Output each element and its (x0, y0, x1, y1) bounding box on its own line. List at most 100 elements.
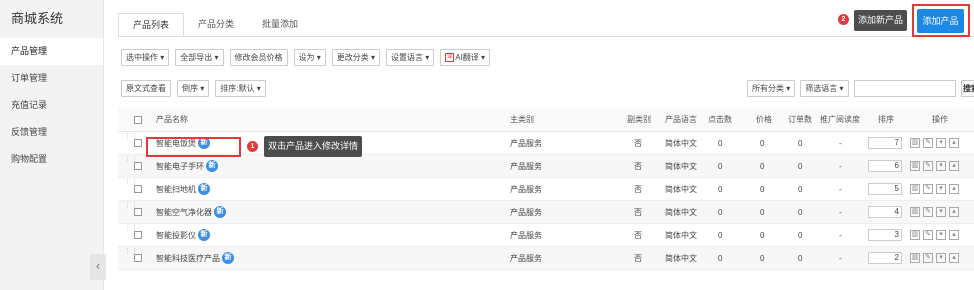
down-icon[interactable]: ▾ (936, 138, 946, 148)
delete-icon[interactable]: ▥ (910, 184, 920, 194)
edit-icon[interactable]: ✎ (923, 230, 933, 240)
delete-icon[interactable]: ▥ (910, 230, 920, 240)
price: 0 (760, 161, 765, 171)
row-checkbox[interactable] (134, 162, 142, 170)
product-name[interactable]: 智能投影仪 (156, 230, 196, 241)
down-icon[interactable]: ▾ (936, 161, 946, 171)
sort-default-button[interactable]: 排序:默认 ▾ (215, 80, 266, 97)
up-icon[interactable]: ▴ (949, 161, 959, 171)
price: 0 (760, 138, 765, 148)
row-checkbox[interactable] (134, 185, 142, 193)
filter-language-select[interactable]: 筛选语言 ▾ (800, 80, 849, 97)
sort-input[interactable]: 2 (868, 252, 902, 264)
sidebar-item-products[interactable]: 产品管理 (0, 38, 103, 65)
up-icon[interactable]: ▴ (949, 207, 959, 217)
main-category: 产品服务 (510, 138, 542, 148)
select-all-checkbox[interactable] (134, 115, 142, 124)
reverse-order-button[interactable]: 倒序 ▾ (177, 80, 210, 97)
table-row[interactable]: ⋮⋮ 智能科技医疗产品新 产品服务 否 简体中文 0 0 0 - 2 ▥ ✎ ▾ ▴ (118, 247, 974, 270)
promo: - (839, 230, 842, 240)
member-price-button[interactable]: 修改会员价格 (229, 49, 288, 66)
sidebar-item-recharge[interactable]: 充值记录 (0, 92, 103, 119)
table-row[interactable]: ⋮⋮ 智能电子手环新 产品服务 否 简体中文 0 0 0 - 6 ▥ ✎ ▾ ▴ (118, 155, 974, 178)
tabs-divider (118, 36, 974, 37)
sort-input[interactable]: 6 (868, 160, 902, 172)
orders: 0 (798, 161, 803, 171)
sort-input[interactable]: 4 (868, 206, 902, 218)
ai-translate-button[interactable]: 译 AI翻译 ▾ (440, 49, 491, 66)
orders: 0 (798, 207, 803, 217)
tab-product-list[interactable]: 产品列表 (118, 13, 185, 37)
all-categories-select[interactable]: 所有分类 ▾ (747, 80, 796, 97)
delete-icon[interactable]: ▥ (910, 138, 920, 148)
sort-input[interactable]: 5 (868, 183, 902, 195)
sub-category: 否 (634, 253, 642, 263)
edit-icon[interactable]: ✎ (923, 253, 933, 263)
tab-batch-add[interactable]: 批量添加 (248, 13, 312, 37)
product-name[interactable]: 智能电子手环 (156, 161, 204, 172)
main-panel: 产品列表 产品分类 批量添加 2 添加新产品 添加产品 选中操作 ▾ 全部导出 … (104, 0, 974, 290)
sub-category: 否 (634, 207, 642, 217)
col-clicks: 点击数 (708, 115, 732, 124)
table-row[interactable]: ⋮⋮ 智能空气净化器新 产品服务 否 简体中文 0 0 0 - 4 ▥ ✎ ▾ ▴ (118, 201, 974, 224)
search-input[interactable] (853, 80, 956, 97)
edit-icon[interactable]: ✎ (923, 138, 933, 148)
up-icon[interactable]: ▴ (949, 230, 959, 240)
table-row[interactable]: ⋮⋮ 智能扫地机新 产品服务 否 简体中文 0 0 0 - 5 ▥ ✎ ▾ ▴ (118, 178, 974, 201)
orders: 0 (798, 230, 803, 240)
delete-icon[interactable]: ▥ (910, 161, 920, 171)
edit-hint-tooltip: 双击产品进入修改详情 (264, 136, 363, 157)
down-icon[interactable]: ▾ (936, 184, 946, 194)
selected-action-button[interactable]: 选中操作 ▾ (121, 49, 170, 66)
promo: - (839, 184, 842, 194)
view-toolbar: 原文式查看 倒序 ▾ 排序:默认 ▾ (121, 80, 266, 97)
tab-bar: 产品列表 产品分类 批量添加 (118, 13, 312, 37)
product-name-highlight (146, 137, 241, 157)
export-all-button[interactable]: 全部导出 ▾ (175, 49, 224, 66)
down-icon[interactable]: ▾ (936, 253, 946, 263)
row-checkbox[interactable] (134, 139, 142, 147)
delete-icon[interactable]: ▥ (910, 207, 920, 217)
add-product-button[interactable]: 添加产品 (917, 9, 964, 33)
product-name[interactable]: 智能空气净化器 (156, 207, 212, 218)
original-view-button[interactable]: 原文式查看 (121, 80, 171, 97)
col-language: 产品语言 (665, 115, 697, 124)
set-language-button[interactable]: 设置语言 ▾ (386, 49, 435, 66)
edit-icon[interactable]: ✎ (923, 207, 933, 217)
col-name: 产品名称 (156, 115, 188, 124)
add-product-tooltip: 添加新产品 (854, 10, 908, 31)
search-button[interactable]: 搜索 (960, 80, 974, 97)
sort-input[interactable]: 3 (868, 229, 902, 241)
new-badge-icon: 新 (198, 229, 210, 241)
up-icon[interactable]: ▴ (949, 138, 959, 148)
up-icon[interactable]: ▴ (949, 253, 959, 263)
orders: 0 (798, 184, 803, 194)
row-checkbox[interactable] (134, 254, 142, 262)
up-icon[interactable]: ▴ (949, 184, 959, 194)
clicks: 0 (718, 161, 723, 171)
edit-icon[interactable]: ✎ (923, 184, 933, 194)
down-icon[interactable]: ▾ (936, 230, 946, 240)
promo: - (839, 161, 842, 171)
language: 简体中文 (665, 184, 697, 194)
sort-input[interactable]: 7 (868, 137, 902, 149)
delete-icon[interactable]: ▥ (910, 253, 920, 263)
sidebar-item-orders[interactable]: 订单管理 (0, 65, 103, 92)
down-icon[interactable]: ▾ (936, 207, 946, 217)
language: 简体中文 (665, 161, 697, 171)
change-category-button[interactable]: 更改分类 ▾ (331, 49, 380, 66)
product-name[interactable]: 智能扫地机 (156, 184, 196, 195)
clicks: 0 (718, 184, 723, 194)
product-name[interactable]: 智能科技医疗产品 (156, 253, 220, 264)
row-checkbox[interactable] (134, 231, 142, 239)
step-badge-2: 2 (838, 14, 849, 25)
row-checkbox[interactable] (134, 208, 142, 216)
sidebar-item-shop-config[interactable]: 购物配置 (0, 146, 103, 173)
new-badge-icon: 新 (222, 252, 234, 264)
set-as-button[interactable]: 设为 ▾ (293, 49, 326, 66)
sidebar-item-feedback[interactable]: 反馈管理 (0, 119, 103, 146)
clicks: 0 (718, 138, 723, 148)
table-row[interactable]: ⋮⋮ 智能投影仪新 产品服务 否 简体中文 0 0 0 - 3 ▥ ✎ ▾ ▴ (118, 224, 974, 247)
edit-icon[interactable]: ✎ (923, 161, 933, 171)
tab-product-category[interactable]: 产品分类 (184, 13, 248, 37)
